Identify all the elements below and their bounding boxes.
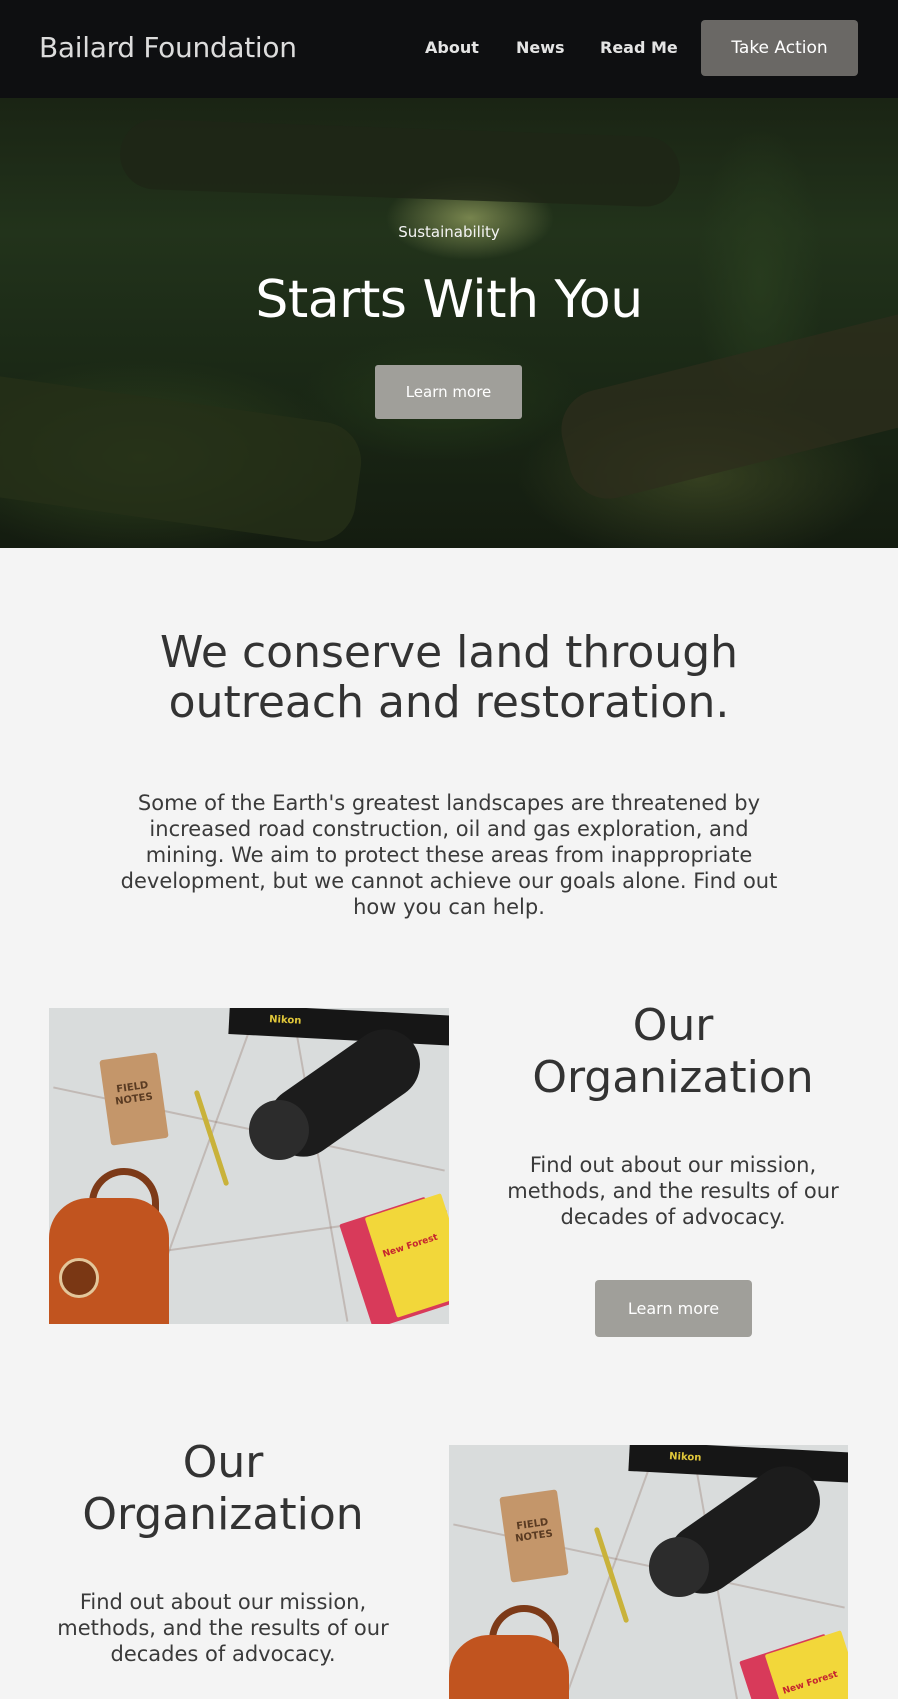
strap-brand-text: Nikon <box>668 1451 702 1464</box>
hero-learn-more-button[interactable]: Learn more <box>375 365 522 419</box>
hero-forest-log <box>0 369 367 547</box>
hero-banner: Sustainability Starts With You Learn mor… <box>0 98 898 548</box>
strap-brand-text: Nikon <box>268 1014 302 1027</box>
hero-title: Starts With You <box>255 270 643 330</box>
notebook-label: FIELD NOTES <box>114 1079 154 1108</box>
book-title-text: New Forest <box>781 1669 840 1697</box>
site-header: Bailard Foundation About News Read Me Ta… <box>0 0 898 98</box>
orange-backpack <box>449 1635 569 1699</box>
field-notes-notebook: FIELD NOTES <box>499 1489 569 1583</box>
pencil <box>593 1526 630 1624</box>
section-2-heading: Our Organization <box>82 1437 364 1540</box>
hero-forest-log <box>552 298 898 508</box>
section-1-paragraph: Find out about our mission, methods, and… <box>507 1153 839 1229</box>
backpack-badge <box>59 1258 99 1298</box>
nav-about[interactable]: About <box>425 38 479 57</box>
camera-strap: Nikon <box>628 1445 848 1483</box>
lens-front-ring <box>649 1537 709 1597</box>
section-1-learn-more-button[interactable]: Learn more <box>595 1280 752 1337</box>
camera-strap: Nikon <box>228 1008 449 1046</box>
travel-flatlay-image: FIELD NOTES Nikon New Forest <box>49 1008 449 1324</box>
lens-front-ring <box>249 1100 309 1160</box>
nav-news[interactable]: News <box>516 38 565 57</box>
section-1-heading: Our Organization <box>532 1000 814 1103</box>
orange-backpack <box>49 1198 169 1324</box>
book-title-text: New Forest <box>381 1232 440 1260</box>
travel-flatlay-image-2: FIELD NOTES Nikon New Forest <box>449 1445 848 1699</box>
notebook-label: FIELD NOTES <box>514 1516 554 1545</box>
hero-forest-log <box>118 118 682 208</box>
nav-read-me[interactable]: Read Me <box>600 38 678 57</box>
hero-subtitle: Sustainability <box>398 223 500 241</box>
intro-paragraph: Some of the Earth's greatest landscapes … <box>120 791 778 919</box>
take-action-button[interactable]: Take Action <box>701 20 858 76</box>
section-2-paragraph: Find out about our mission, methods, and… <box>57 1590 389 1666</box>
field-notes-notebook: FIELD NOTES <box>99 1052 169 1146</box>
pencil <box>193 1089 230 1187</box>
brand-logo[interactable]: Bailard Foundation <box>39 31 297 64</box>
guide-book: New Forest <box>764 1630 848 1699</box>
intro-heading: We conserve land through outreach and re… <box>159 627 739 728</box>
